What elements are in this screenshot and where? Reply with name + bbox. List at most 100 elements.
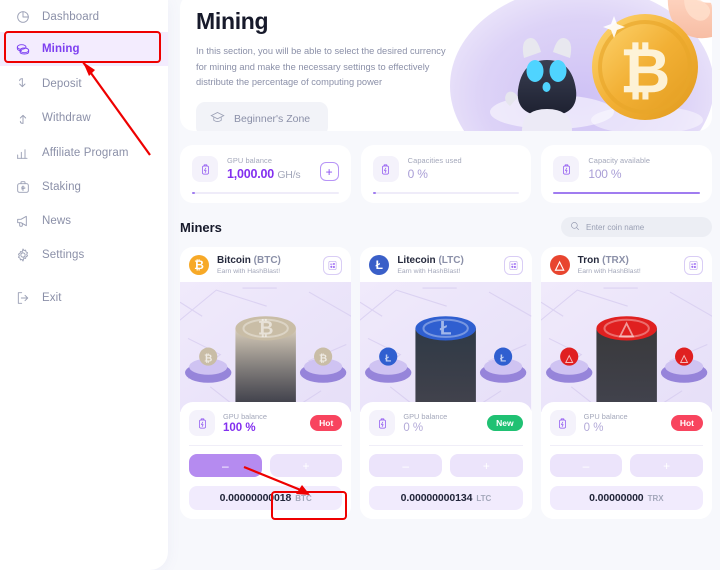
sidebar-item-affiliate-program[interactable]: Affiliate Program [0, 136, 168, 170]
add-gpu-button[interactable]: + [319, 162, 339, 181]
battery-bolt-icon [553, 156, 580, 182]
miner-art-area: △ △ △ [540, 282, 712, 412]
stat-value: 1,000.00 GH/s [227, 167, 311, 181]
gpu-balance-value: 0 % [583, 422, 604, 434]
sidebar-item-label: Affiliate Program [42, 147, 129, 159]
battery-bolt-icon [189, 410, 215, 436]
miners-title: Miners [180, 219, 222, 235]
miner-card-body: GPU balance 0 % Hot – +0.00000000 TRX [540, 402, 712, 519]
coin-logo-tron-icon: △ [549, 255, 570, 275]
miner-card-body: GPU balance 100 % Hot – +0.00000000018 BTC [180, 402, 352, 519]
decrease-power-button[interactable]: – [189, 454, 262, 477]
sidebar-item-dashboard[interactable]: Dashboard [0, 0, 168, 34]
beginners-zone-button[interactable]: Beginner's Zone [196, 101, 329, 131]
stat-value-number: 0 % [407, 167, 428, 181]
calculator-icon [689, 260, 698, 270]
gpu-balance-label: GPU balance [223, 412, 267, 421]
miner-art-area: Ł Ł Ł [360, 282, 532, 412]
stat-label: GPU balance [227, 156, 273, 165]
coin-title-block: Bitcoin (BTC) Earn with HashBlast! [217, 255, 281, 275]
stat-label: Capacity available [588, 156, 651, 165]
stat-value: 0 % [408, 167, 520, 181]
calculator-button[interactable] [503, 255, 523, 275]
battery-bolt-icon [192, 156, 218, 182]
sidebar-item-exit[interactable]: Exit [0, 281, 168, 315]
sidebar-item-staking[interactable]: Staking [0, 170, 168, 204]
sidebar-item-label: Deposit [42, 78, 82, 90]
divider [549, 445, 703, 446]
gpu-balance-row: GPU balance 100 % Hot [189, 410, 343, 436]
coin-search[interactable] [561, 217, 712, 237]
sidebar-item-label: Settings [42, 249, 85, 261]
miner-card-header: △ Tron (TRX) Earn with HashBlast! [540, 247, 712, 282]
sidebar-item-label: Withdraw [42, 112, 91, 124]
earnings-amount: 0.00000000018 BTC [189, 486, 343, 510]
increase-power-button[interactable]: + [630, 454, 703, 477]
decrease-power-button[interactable]: – [549, 454, 623, 477]
logout-icon [14, 290, 31, 307]
earnings-amount: 0.00000000 TRX [549, 486, 703, 510]
coin-name: Bitcoin (BTC) [217, 255, 281, 267]
pie-chart-icon [14, 9, 31, 26]
svg-text:Ł: Ł [385, 354, 391, 365]
calculator-button[interactable] [323, 255, 343, 275]
coin-ticker: (BTC) [253, 255, 281, 266]
miner-cards-grid: ₿ Bitcoin (BTC) Earn with HashBlast! ₿ ₿ ₿ GPU… [180, 247, 712, 519]
coin-subtitle: Earn with HashBlast! [577, 268, 641, 275]
bar-chart-icon [14, 145, 31, 162]
gpu-balance-row: GPU balance 0 % Hot [549, 410, 703, 436]
earnings-symbol: BTC [295, 493, 312, 503]
sidebar: Dashboard Mining Deposit Withdraw Affiliate … [0, 0, 168, 570]
coin-name-text: Bitcoin [217, 255, 251, 266]
sidebar-item-deposit[interactable]: Deposit [0, 67, 168, 101]
stat-card-capacities-used: Capacities used 0 % [360, 145, 532, 203]
gpu-meta: GPU balance 100 % [223, 412, 302, 434]
sidebar-item-label: News [42, 215, 72, 227]
miner-art-area: ₿ ₿ ₿ [180, 282, 352, 412]
sidebar-item-mining[interactable]: Mining [0, 32, 168, 66]
decrease-power-button[interactable]: – [369, 454, 442, 477]
gpu-balance-value: 100 % [223, 422, 256, 434]
sidebar-item-withdraw[interactable]: Withdraw [0, 101, 168, 135]
sidebar-item-news[interactable]: News [0, 204, 168, 238]
stat-value-number: 1,000.00 [227, 167, 275, 181]
calculator-icon [328, 260, 337, 270]
earnings-value: 0.00000000018 [219, 492, 292, 504]
stat-progress-track [553, 192, 701, 194]
sidebar-item-settings[interactable]: Settings [0, 238, 168, 272]
status-badge: Hot [310, 415, 343, 431]
banner-text-block: Mining In this section, you will be able… [180, 0, 470, 131]
stat-progress-fill [372, 192, 376, 194]
stat-value-number: 100 % [588, 167, 622, 181]
stat-progress-fill [553, 192, 701, 194]
graduation-cap-icon [210, 110, 225, 128]
calculator-icon [509, 260, 518, 270]
miner-card-tron: △ Tron (TRX) Earn with HashBlast! △ △ △ GPU ba… [540, 247, 712, 519]
svg-text:Ł: Ł [500, 354, 506, 365]
earnings-value: 0.00000000134 [400, 492, 473, 504]
coin-name: Tron (TRX) [578, 255, 641, 267]
power-stepper: – + [369, 454, 523, 477]
coin-subtitle: Earn with HashBlast! [397, 268, 461, 275]
svg-text:△: △ [564, 354, 573, 365]
increase-power-button[interactable]: + [450, 454, 523, 477]
stat-progress-track [372, 192, 520, 194]
calculator-button[interactable] [683, 255, 703, 275]
increase-power-button[interactable]: + [269, 454, 343, 477]
miner-artwork: Ł Ł Ł [360, 282, 532, 412]
mining-banner: ₿ Mining In this section, you will be ab… [180, 0, 712, 131]
miners-header: Miners [180, 217, 712, 237]
miner-artwork: △ △ △ [540, 282, 712, 412]
gpu-balance-label: GPU balance [403, 412, 448, 421]
svg-text:₿: ₿ [319, 353, 327, 365]
search-input[interactable] [586, 222, 703, 232]
power-stepper: – + [189, 454, 343, 477]
stat-meta: Capacity available 100 % [588, 156, 700, 181]
stats-row: GPU balance 1,000.00 GH/s + Capacities used… [180, 145, 713, 203]
power-stepper: – + [549, 454, 703, 477]
miner-artwork: ₿ ₿ ₿ [180, 282, 352, 412]
stat-meta: GPU balance 1,000.00 GH/s [227, 156, 311, 181]
gear-icon [14, 247, 31, 264]
miner-card-header: ₿ Bitcoin (BTC) Earn with HashBlast! [180, 247, 352, 282]
coin-subtitle: Earn with HashBlast! [217, 268, 281, 275]
